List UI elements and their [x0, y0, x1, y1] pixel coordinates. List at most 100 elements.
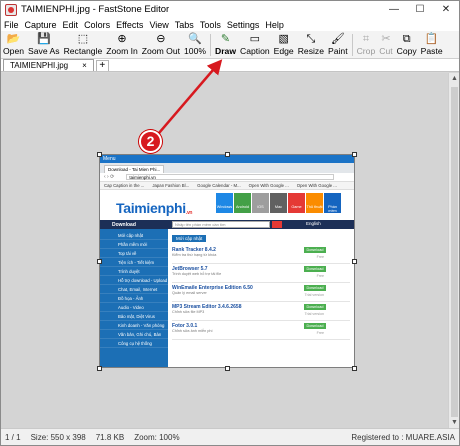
resize-handle-top-left[interactable]	[97, 152, 102, 157]
draw-button[interactable]: ✎ Draw	[215, 31, 236, 59]
resize-handle-bottom-left[interactable]	[97, 366, 102, 371]
window-title: TAIMIENPHI.jpg - FastStone Editor	[21, 4, 170, 15]
entry-license: Trial version	[304, 293, 324, 297]
sidebar-item: Mới cập nhật	[100, 231, 168, 240]
entry-download: Download	[304, 304, 326, 310]
content-tab: Mới cập nhật	[172, 235, 207, 242]
minimize-button[interactable]: —	[381, 1, 407, 18]
status-page: 1 / 1	[5, 432, 21, 442]
resize-handle-top-right[interactable]	[352, 152, 357, 157]
tab-close-icon[interactable]: ×	[82, 60, 87, 71]
entry-download: Download	[304, 266, 326, 272]
rectangle-button[interactable]: ⬚ Rectangle	[64, 31, 103, 59]
annotation-badge: 2	[139, 130, 162, 153]
paint-button[interactable]: 🖌 Paint	[328, 31, 348, 59]
tile-android: Android	[234, 193, 251, 213]
nav-english: English	[306, 221, 321, 226]
entry-download: Download	[304, 247, 326, 253]
menu-tools[interactable]: Tools	[200, 20, 221, 30]
menu-tabs[interactable]: Tabs	[175, 20, 194, 30]
tile-ios: iOS	[252, 193, 269, 213]
edge-button[interactable]: ▧ Edge	[274, 31, 294, 59]
copy-button[interactable]: ⧉ Copy	[397, 31, 417, 59]
menu-edit[interactable]: Edit	[63, 20, 79, 30]
resize-handle-bottom-right[interactable]	[352, 366, 357, 371]
maximize-button[interactable]: ☐	[407, 1, 433, 18]
status-zoom: Zoom: 100%	[134, 432, 180, 442]
site-nav: Download Nhập tên phần mềm cần tìm Engli…	[100, 220, 354, 229]
nav-download: Download	[112, 221, 136, 228]
site-sidebar: Mới cập nhật Phần mềm mới Top tải về Tiệ…	[100, 229, 168, 367]
status-filesize: 71.8 KB	[95, 432, 125, 442]
site-search: Nhập tên phần mềm cần tìm	[172, 221, 270, 228]
copy-icon: ⧉	[402, 33, 411, 45]
new-tab-button[interactable]: +	[95, 60, 109, 71]
zoom-in-button[interactable]: ⊕ Zoom In	[106, 31, 138, 59]
list-item: JetBrowser 5.7 Trình duyệt web hỗ trợ tải…	[172, 264, 350, 283]
sidebar-item: Phần mềm mới	[100, 240, 168, 249]
menu-view[interactable]: View	[149, 20, 168, 30]
menu-help[interactable]: Help	[265, 20, 284, 30]
edited-image[interactable]: Menu Download - Tai Mien Phi... ‹ › ⟳ ta…	[99, 154, 355, 368]
list-item: MP3 Stream Editor 3.4.6.2658 Chỉnh sửa fi…	[172, 302, 350, 321]
tab-taimienphi[interactable]: TAIMIENPHI.jpg ×	[3, 59, 94, 71]
crop-button[interactable]: ⌗ Crop	[357, 31, 376, 59]
menu-bar: File Capture Edit Colors Effects View Ta…	[1, 18, 459, 31]
zoom-in-icon: ⊕	[117, 33, 127, 45]
caption-button[interactable]: ▭ Caption	[240, 31, 270, 59]
site-logo: Taimienphi.vn	[116, 200, 193, 216]
tile-software: Phần mềm	[324, 193, 341, 213]
scroll-up-icon[interactable]: ▲	[449, 73, 460, 84]
tile-tips: Thủ thuật	[306, 193, 323, 213]
toolbar-separator	[210, 34, 211, 56]
paste-icon: 📋	[424, 33, 439, 45]
resize-handle-bottom[interactable]	[225, 366, 230, 371]
sidebar-item: Tiện ích - Tiết kiệm	[100, 258, 168, 267]
app-icon	[5, 3, 17, 16]
menu-effects[interactable]: Effects	[116, 20, 143, 30]
toolbar: 📂 Open 💾 Save As ⬚ Rectangle ⊕ Zoom In ⊖ Zoom…	[1, 31, 459, 59]
cut-button[interactable]: ✂ Cut	[379, 31, 392, 59]
save-as-button[interactable]: 💾 Save As	[28, 31, 60, 59]
tile-windows: Windows	[216, 193, 233, 213]
vertical-scrollbar[interactable]: ▲ ▼	[448, 73, 459, 428]
resize-icon: ⤡	[306, 33, 316, 45]
list-item: Rank Tracker 8.4.2 Kiểm tra thứ hạng từ k…	[172, 245, 350, 264]
menu-settings[interactable]: Settings	[227, 20, 260, 30]
open-button[interactable]: 📂 Open	[3, 31, 24, 59]
status-size: Size: 550 x 398	[30, 432, 86, 442]
browser-tab-strip: Download - Tai Mien Phi...	[100, 163, 354, 173]
resize-handle-left[interactable]	[97, 259, 102, 264]
scroll-down-icon[interactable]: ▼	[449, 417, 460, 428]
logo-text: Taimienphi	[116, 200, 186, 216]
browser-tab: Download - Tai Mien Phi...	[104, 165, 165, 173]
entry-download: Download	[304, 285, 326, 291]
logo-suffix: .vn	[185, 210, 193, 216]
close-button[interactable]: ✕	[433, 1, 459, 18]
folder-open-icon: 📂	[6, 33, 21, 45]
status-bar: 1 / 1 Size: 550 x 398 71.8 KB Zoom: 100%…	[1, 428, 459, 445]
paste-button[interactable]: 📋 Paste	[421, 31, 443, 59]
resize-handle-top[interactable]	[225, 152, 230, 157]
zoom-100-button[interactable]: 🔍 100%	[184, 31, 206, 59]
entry-license: Trial version	[304, 312, 324, 316]
menu-colors[interactable]: Colors	[84, 20, 110, 30]
zoom-out-button[interactable]: ⊖ Zoom Out	[142, 31, 180, 59]
list-item: WinEmaile Enterprise Edition 6.50 Quản lý…	[172, 283, 350, 302]
sidebar-item: Văn bản, Ghi chú, Bàn	[100, 330, 168, 339]
bookmarks-bar: Cap Caption in the ... Japan Fashion Bl.…	[100, 182, 354, 190]
bookmark-item: Google Calendar - M...	[197, 183, 241, 188]
document-tab-bar: TAIMIENPHI.jpg × +	[1, 59, 459, 72]
menu-file[interactable]: File	[4, 20, 19, 30]
sidebar-item: Công cụ hệ thống	[100, 339, 168, 348]
scroll-thumb[interactable]	[451, 87, 458, 417]
bookmark-item: Japan Fashion Bl...	[152, 183, 190, 188]
menu-capture[interactable]: Capture	[25, 20, 57, 30]
resize-button[interactable]: ⤡ Resize	[298, 31, 324, 59]
site-search-button	[272, 221, 282, 228]
entry-license: Free	[316, 274, 324, 278]
sidebar-item: Audio - Video	[100, 303, 168, 312]
caption-icon: ▭	[249, 33, 261, 45]
resize-handle-right[interactable]	[352, 259, 357, 264]
sidebar-item: Top tải về	[100, 249, 168, 258]
